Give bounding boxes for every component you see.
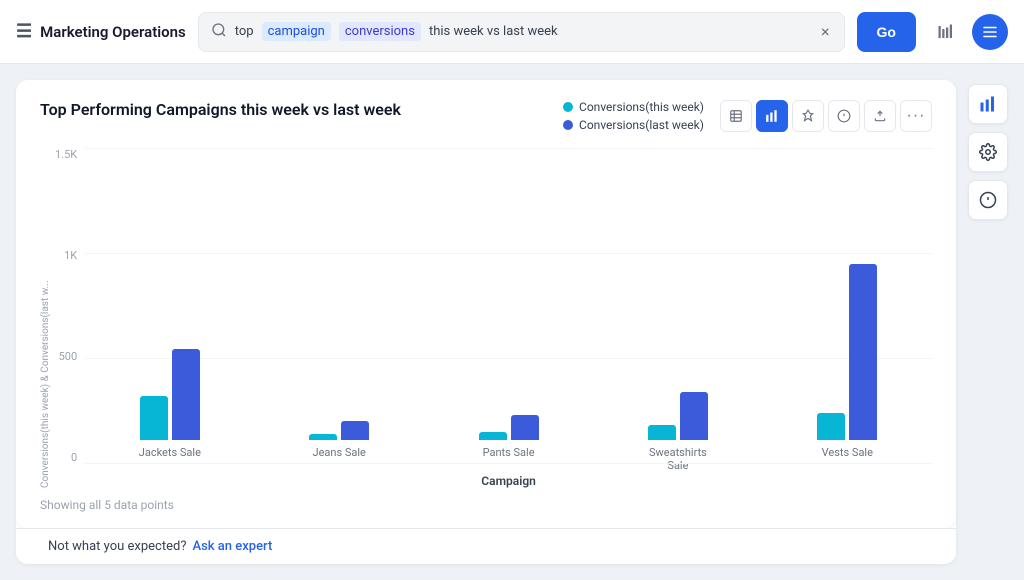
- bar-group: [479, 415, 539, 440]
- bars-container: Jackets Sale Jeans Sale Pants Sale Sweatshi…: [85, 148, 932, 488]
- search-token-top: top: [235, 24, 254, 39]
- legend-last-week: Conversions(last week): [563, 118, 704, 132]
- bar-this-week: [309, 434, 337, 440]
- bar-this-week: [140, 396, 168, 440]
- legend-label-this-week: Conversions(this week): [579, 100, 704, 114]
- y-axis-label: Conversions(this week) & Conversions(las…: [40, 148, 51, 488]
- bars-icon-button[interactable]: [928, 14, 964, 50]
- bar-pair: [817, 264, 877, 440]
- bars-area: [85, 148, 932, 440]
- y-axis-ticks: 1.5K 1K 500 0: [55, 148, 85, 488]
- search-token-campaign[interactable]: campaign: [262, 22, 331, 41]
- x-label: Vests Sale: [807, 446, 887, 472]
- x-label: Sweatshirts Sale: [638, 446, 718, 472]
- chart-body: Conversions(this week) & Conversions(las…: [40, 148, 932, 488]
- chart-title: Top Performing Campaigns this week vs la…: [40, 100, 401, 119]
- ask-expert-link[interactable]: Ask an expert: [192, 539, 272, 554]
- header: ☰ Marketing Operations top campaign conv…: [0, 0, 1024, 64]
- sidebar-settings-button[interactable]: [968, 132, 1008, 172]
- y-tick-1500: 1.5K: [55, 148, 77, 161]
- chart-toolbar: ···: [720, 100, 932, 132]
- go-button[interactable]: Go: [857, 12, 916, 52]
- bar-pair: [479, 415, 539, 440]
- bar-pair: [309, 421, 369, 440]
- more-button[interactable]: ···: [900, 100, 932, 132]
- sidebar-chart-button[interactable]: [968, 84, 1008, 124]
- sidebar-info-button[interactable]: [968, 180, 1008, 220]
- table-view-button[interactable]: [720, 100, 752, 132]
- bar-last-week: [341, 421, 369, 440]
- x-labels: Jackets Sale Jeans Sale Pants Sale Sweatshi…: [85, 440, 932, 472]
- chart-card: Top Performing Campaigns this week vs la…: [16, 80, 956, 528]
- bar-last-week: [172, 349, 200, 440]
- brand: ☰ Marketing Operations: [16, 21, 186, 42]
- bar-this-week: [479, 432, 507, 440]
- legend-dot-cyan: [563, 102, 573, 112]
- bar-group: [140, 349, 200, 440]
- search-bar[interactable]: top campaign conversions this week vs la…: [198, 12, 845, 52]
- bar-group: [309, 421, 369, 440]
- bar-group: [648, 392, 708, 440]
- main-content: Top Performing Campaigns this week vs la…: [0, 64, 1024, 580]
- bottom-bar-text: Not what you expected?: [48, 539, 186, 554]
- chart-area: Conversions(this week) & Conversions(las…: [40, 148, 932, 488]
- header-icons: [928, 14, 1008, 50]
- brand-title: Marketing Operations: [40, 23, 186, 41]
- export-button[interactable]: [864, 100, 896, 132]
- legend-label-last-week: Conversions(last week): [579, 118, 704, 132]
- bar-chart-view-button[interactable]: [756, 100, 788, 132]
- y-tick-500: 500: [59, 350, 78, 363]
- bar-this-week: [648, 425, 676, 440]
- x-label: Jackets Sale: [130, 446, 210, 472]
- chart-header: Top Performing Campaigns this week vs la…: [40, 100, 932, 136]
- legend-this-week: Conversions(this week): [563, 100, 704, 114]
- right-sidebar: [968, 80, 1008, 564]
- bar-last-week: [849, 264, 877, 440]
- x-axis-title: Campaign: [85, 474, 932, 488]
- bar-pair: [140, 349, 200, 440]
- bar-last-week: [680, 392, 708, 440]
- x-label: Pants Sale: [469, 446, 549, 472]
- y-tick-1000: 1K: [64, 249, 77, 262]
- bar-last-week: [511, 415, 539, 440]
- search-clear-button[interactable]: ×: [819, 20, 832, 43]
- bar-this-week: [817, 413, 845, 440]
- chart-panel: Top Performing Campaigns this week vs la…: [16, 80, 956, 564]
- y-axis-section: Conversions(this week) & Conversions(las…: [40, 148, 85, 488]
- brand-icon: ☰: [16, 21, 32, 42]
- search-icon: [211, 22, 227, 42]
- pin-button[interactable]: [792, 100, 824, 132]
- bar-pair: [648, 392, 708, 440]
- search-token-conversions[interactable]: conversions: [339, 22, 421, 41]
- y-tick-0: 0: [71, 451, 77, 464]
- legend-dot-blue: [563, 120, 573, 130]
- search-token-timerange: this week vs last week: [429, 24, 811, 39]
- insight-button[interactable]: [828, 100, 860, 132]
- chart-footer: Showing all 5 data points: [40, 498, 932, 512]
- bottom-bar: Not what you expected? Ask an expert: [16, 528, 956, 564]
- x-label: Jeans Sale: [299, 446, 379, 472]
- chart-legend: Conversions(this week) Conversions(last …: [563, 100, 704, 132]
- bar-group: [817, 264, 877, 440]
- user-avatar[interactable]: [972, 14, 1008, 50]
